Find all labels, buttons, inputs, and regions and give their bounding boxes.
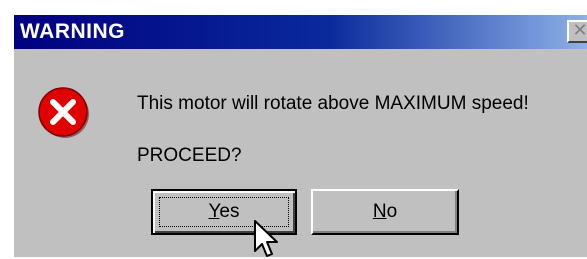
warning-message: This motor will rotate above MAXIMUM spe… xyxy=(137,93,529,114)
close-button[interactable]: ✕ xyxy=(567,20,587,43)
close-icon: ✕ xyxy=(572,20,587,41)
no-button-label: No xyxy=(372,201,398,222)
dialog-title: WARNING xyxy=(20,20,125,43)
error-icon xyxy=(38,87,89,138)
warning-dialog: WARNING ✕ This motor will rotate above M… xyxy=(12,13,587,257)
title-bar[interactable]: WARNING ✕ xyxy=(14,15,587,49)
no-button[interactable]: No xyxy=(311,189,459,235)
proceed-prompt: PROCEED? xyxy=(137,145,242,166)
mouse-pointer-icon xyxy=(254,220,278,257)
